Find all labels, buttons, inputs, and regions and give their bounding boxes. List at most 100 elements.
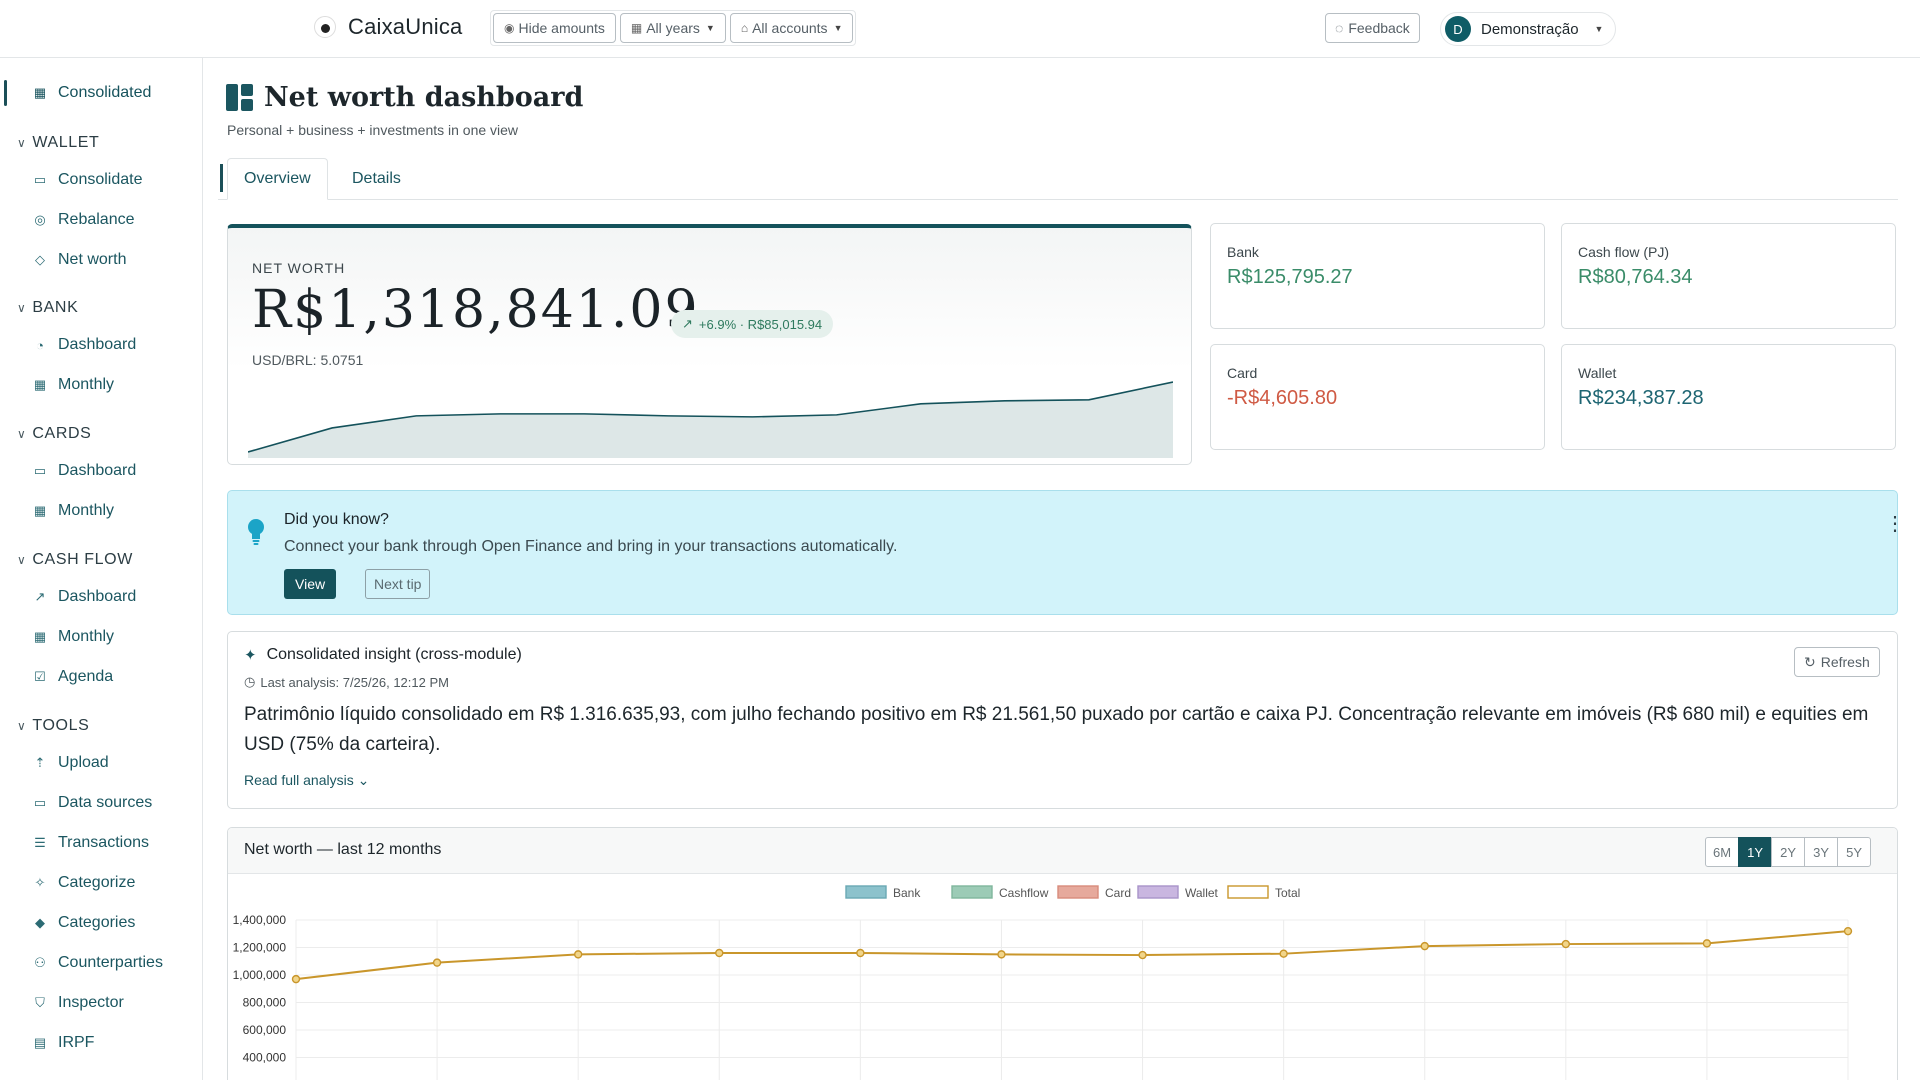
legend-label: Card <box>1105 886 1131 900</box>
legend-swatch <box>951 885 993 899</box>
sidebar-section-wallet[interactable]: ∨ WALLET <box>17 130 99 156</box>
stat-value: -R$4,605.80 <box>1227 387 1338 409</box>
data-point <box>1702 939 1712 948</box>
sidebar-item-cashflow-dashboard[interactable]: ↗ Dashboard <box>32 584 137 610</box>
legend-swatch <box>845 885 887 899</box>
chat-icon: ◌ <box>1335 20 1344 36</box>
tip-view-button[interactable]: View <box>284 569 337 599</box>
sidebar-item-counterparties[interactable]: ⚇ Counterparties <box>32 950 163 976</box>
stat-label: Cash flow (PJ) <box>1578 244 1670 260</box>
sidebar-item-categories[interactable]: ◆ Categories <box>32 910 135 936</box>
user-name: Demonstração <box>1481 20 1579 38</box>
tab-overview[interactable]: Overview <box>227 158 328 200</box>
card-icon: ▭ <box>33 463 47 478</box>
sidebar-section-tools[interactable]: ∨ TOOLS <box>17 713 89 739</box>
stat-value: R$80,764.34 <box>1578 266 1693 288</box>
data-point <box>1561 939 1571 949</box>
tip-banner: Did you know? Connect your bank through … <box>227 490 1905 615</box>
stat-value: R$125,795.27 <box>1227 266 1353 288</box>
sidebar-item-data-sources[interactable]: ▭ Data sources <box>32 790 152 816</box>
range-3y-button[interactable]: 3Y <box>1804 837 1839 867</box>
chevron-down-icon: ∨ <box>17 427 27 441</box>
net-worth-card: NET WORTH R$1,318,841.09 ↗ +6.9% · R$85,… <box>227 224 1192 465</box>
net-worth-label: NET WORTH <box>252 260 346 276</box>
sidebar-section-cards[interactable]: ∨ CARDS <box>17 421 91 447</box>
data-point <box>715 948 724 958</box>
sidebar-section-bank[interactable]: ∨ BANK <box>17 295 78 321</box>
chevron-down-icon: ∨ <box>17 719 27 733</box>
sidebar-item-irpf[interactable]: ▤ IRPF <box>32 1030 95 1056</box>
data-point <box>573 950 583 959</box>
top-bar: CaixaUnica ◉ Hide amounts ▦ All years ▼ … <box>0 0 1920 58</box>
chart-title: Net worth — last 12 months <box>244 841 442 858</box>
data-point <box>1138 950 1147 960</box>
sidebar-item-net-worth[interactable]: ◇ Net worth <box>32 247 126 273</box>
chart-line-icon: ↗ <box>34 589 46 604</box>
sidebar-item-transactions[interactable]: ☰ Transactions <box>32 830 149 856</box>
sidebar-item-categorize[interactable]: ✧ Categorize <box>32 870 136 896</box>
data-point <box>1843 926 1853 936</box>
stat-label: Bank <box>1227 244 1259 260</box>
grid-icon: ▦ <box>33 85 47 100</box>
sidebar-item-inspector[interactable]: ⛉ Inspector <box>32 990 124 1016</box>
data-point <box>1420 941 1429 951</box>
page-title: Net worth dashboard <box>264 82 584 113</box>
net-worth-value: R$1,318,841.09 <box>252 280 700 340</box>
sidebar-item-upload[interactable]: ⇡ Upload <box>32 750 109 776</box>
tab-bar: Overview Details <box>218 158 1898 200</box>
more-options-icon[interactable]: ⋮ <box>1885 511 1905 536</box>
user-menu[interactable]: D Demonstração ▼ <box>1440 12 1617 46</box>
range-selector: 6M 1Y 2Y 3Y 5Y <box>1705 837 1872 867</box>
caret-down-icon: ▼ <box>833 23 843 33</box>
net-worth-sparkline <box>248 381 1173 458</box>
sidebar-item-cards-dashboard[interactable]: ▭ Dashboard <box>32 458 136 484</box>
target-icon: ◎ <box>34 212 46 227</box>
feedback-button[interactable]: ◌ Feedback <box>1325 13 1420 43</box>
stat-card-card: Card -R$4,605.80 <box>1210 344 1545 450</box>
stat-value: R$234,387.28 <box>1578 387 1704 409</box>
accounts-filter-button[interactable]: ⌂ All accounts ▼ <box>729 13 854 43</box>
range-5y-button[interactable]: 5Y <box>1837 837 1872 867</box>
refresh-button[interactable]: ↻ Refresh <box>1794 647 1880 677</box>
sidebar-item-bank-monthly[interactable]: ▦ Monthly <box>32 372 114 398</box>
bank-icon: ⌂ <box>740 21 749 35</box>
read-full-analysis-link[interactable]: Read full analysis ⌄ <box>244 772 369 789</box>
range-1y-button[interactable]: 1Y <box>1738 837 1773 867</box>
legend-swatch <box>1057 885 1099 899</box>
clock-icon: ◷ <box>244 674 256 689</box>
brand[interactable]: CaixaUnica <box>314 14 463 40</box>
legend-label: Bank <box>893 886 921 900</box>
caret-down-icon: ▼ <box>1594 24 1604 34</box>
tab-details[interactable]: Details <box>336 158 417 200</box>
trend-up-icon: ↗ <box>682 316 693 331</box>
stat-label: Wallet <box>1578 365 1617 381</box>
sidebar-item-cashflow-monthly[interactable]: ▦ Monthly <box>32 624 114 650</box>
data-point <box>432 958 442 967</box>
refresh-icon: ↻ <box>1804 653 1816 670</box>
sidebar-item-consolidate[interactable]: ▭ Consolidate <box>32 167 143 193</box>
sidebar-item-agenda[interactable]: ☑ Agenda <box>32 664 113 690</box>
years-filter-button[interactable]: ▦ All years ▼ <box>619 13 726 43</box>
filter-group: ◉ Hide amounts ▦ All years ▼ ⌂ All accou… <box>490 10 857 46</box>
insight-title: ✦ Consolidated insight (cross-module) <box>244 646 522 664</box>
wallet-icon: ▭ <box>33 172 47 187</box>
calendar-icon: ▦ <box>630 21 643 35</box>
page-title-row: Net worth dashboard <box>226 82 583 113</box>
stat-card-wallet: Wallet R$234,387.28 <box>1561 344 1896 450</box>
data-point <box>291 974 301 984</box>
sidebar-item-rebalance[interactable]: ◎ Rebalance <box>32 207 134 233</box>
sidebar-item-consolidated[interactable]: ▦ Consolidated <box>32 80 152 106</box>
range-2y-button[interactable]: 2Y <box>1771 837 1806 867</box>
next-tip-button[interactable]: Next tip <box>365 569 431 599</box>
legend-label: Cashflow <box>999 886 1049 900</box>
calendar-icon: ▦ <box>33 629 47 644</box>
sidebar-section-cash-flow[interactable]: ∨ CASH FLOW <box>17 547 133 573</box>
net-worth-delta-badge: ↗ +6.9% · R$85,015.94 <box>671 310 834 338</box>
calendar-check-icon: ☑ <box>34 669 46 684</box>
y-tick-label: 1,000,000 <box>233 968 287 982</box>
sidebar-item-bank-dashboard[interactable]: ◔ Dashboard <box>32 332 136 358</box>
sidebar-item-cards-monthly[interactable]: ▦ Monthly <box>32 498 114 524</box>
sidebar-active-indicator <box>4 80 7 106</box>
range-6m-button[interactable]: 6M <box>1705 837 1740 867</box>
hide-amounts-button[interactable]: ◉ Hide amounts <box>493 13 616 43</box>
